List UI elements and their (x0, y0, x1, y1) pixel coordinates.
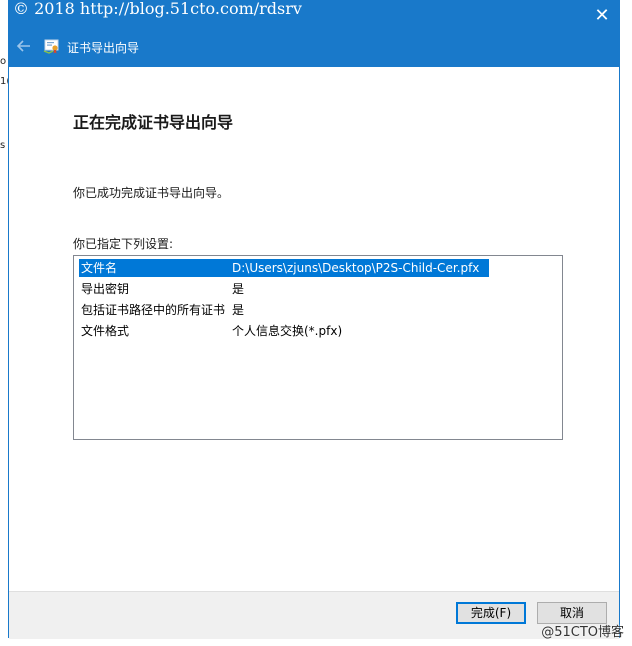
settings-row[interactable]: 文件名 D:\Users\zjuns\Desktop\P2S-Child-Cer… (79, 259, 489, 277)
finish-button[interactable]: 完成(F) (456, 602, 526, 624)
edge-fragment: s (0, 140, 6, 151)
close-button[interactable]: ✕ (591, 5, 613, 27)
button-bar: 完成(F) 取消 (9, 591, 619, 639)
certificate-icon (43, 37, 61, 55)
settings-row[interactable]: 导出密钥 是 (79, 280, 489, 298)
setting-key: 文件名 (81, 261, 118, 275)
setting-key: 包括证书路径中的所有证书 (81, 303, 226, 317)
page-heading: 正在完成证书导出向导 (73, 113, 234, 132)
settings-row[interactable]: 包括证书路径中的所有证书 是 (79, 301, 489, 319)
title-bar: © 2018 http://blog.51cto.com/rdsrv ✕ 证书导… (9, 0, 619, 67)
setting-value: 是 (232, 282, 245, 296)
settings-row[interactable]: 文件格式 个人信息交换(*.pfx) (79, 322, 489, 340)
setting-key: 导出密钥 (81, 282, 130, 296)
setting-value: D:\Users\zjuns\Desktop\P2S-Child-Cer.pfx (232, 261, 480, 275)
setting-value: 是 (232, 303, 245, 317)
settings-list-label: 你已指定下列设置: (73, 237, 174, 251)
setting-key: 文件格式 (81, 324, 130, 338)
certificate-export-wizard-dialog: © 2018 http://blog.51cto.com/rdsrv ✕ 证书导… (8, 0, 620, 639)
corner-watermark: @51CTO博客 (541, 625, 624, 640)
setting-value: 个人信息交换(*.pfx) (232, 324, 343, 338)
success-message: 你已成功完成证书导出向导。 (73, 186, 230, 200)
window-title: 证书导出向导 (67, 41, 140, 55)
close-icon: ✕ (594, 5, 610, 26)
edge-fragment: o (0, 56, 7, 67)
back-button[interactable] (15, 37, 33, 55)
back-arrow-icon (16, 40, 30, 52)
settings-listbox[interactable]: 文件名 D:\Users\zjuns\Desktop\P2S-Child-Cer… (73, 255, 563, 440)
watermark-text: © 2018 http://blog.51cto.com/rdsrv (13, 0, 302, 18)
